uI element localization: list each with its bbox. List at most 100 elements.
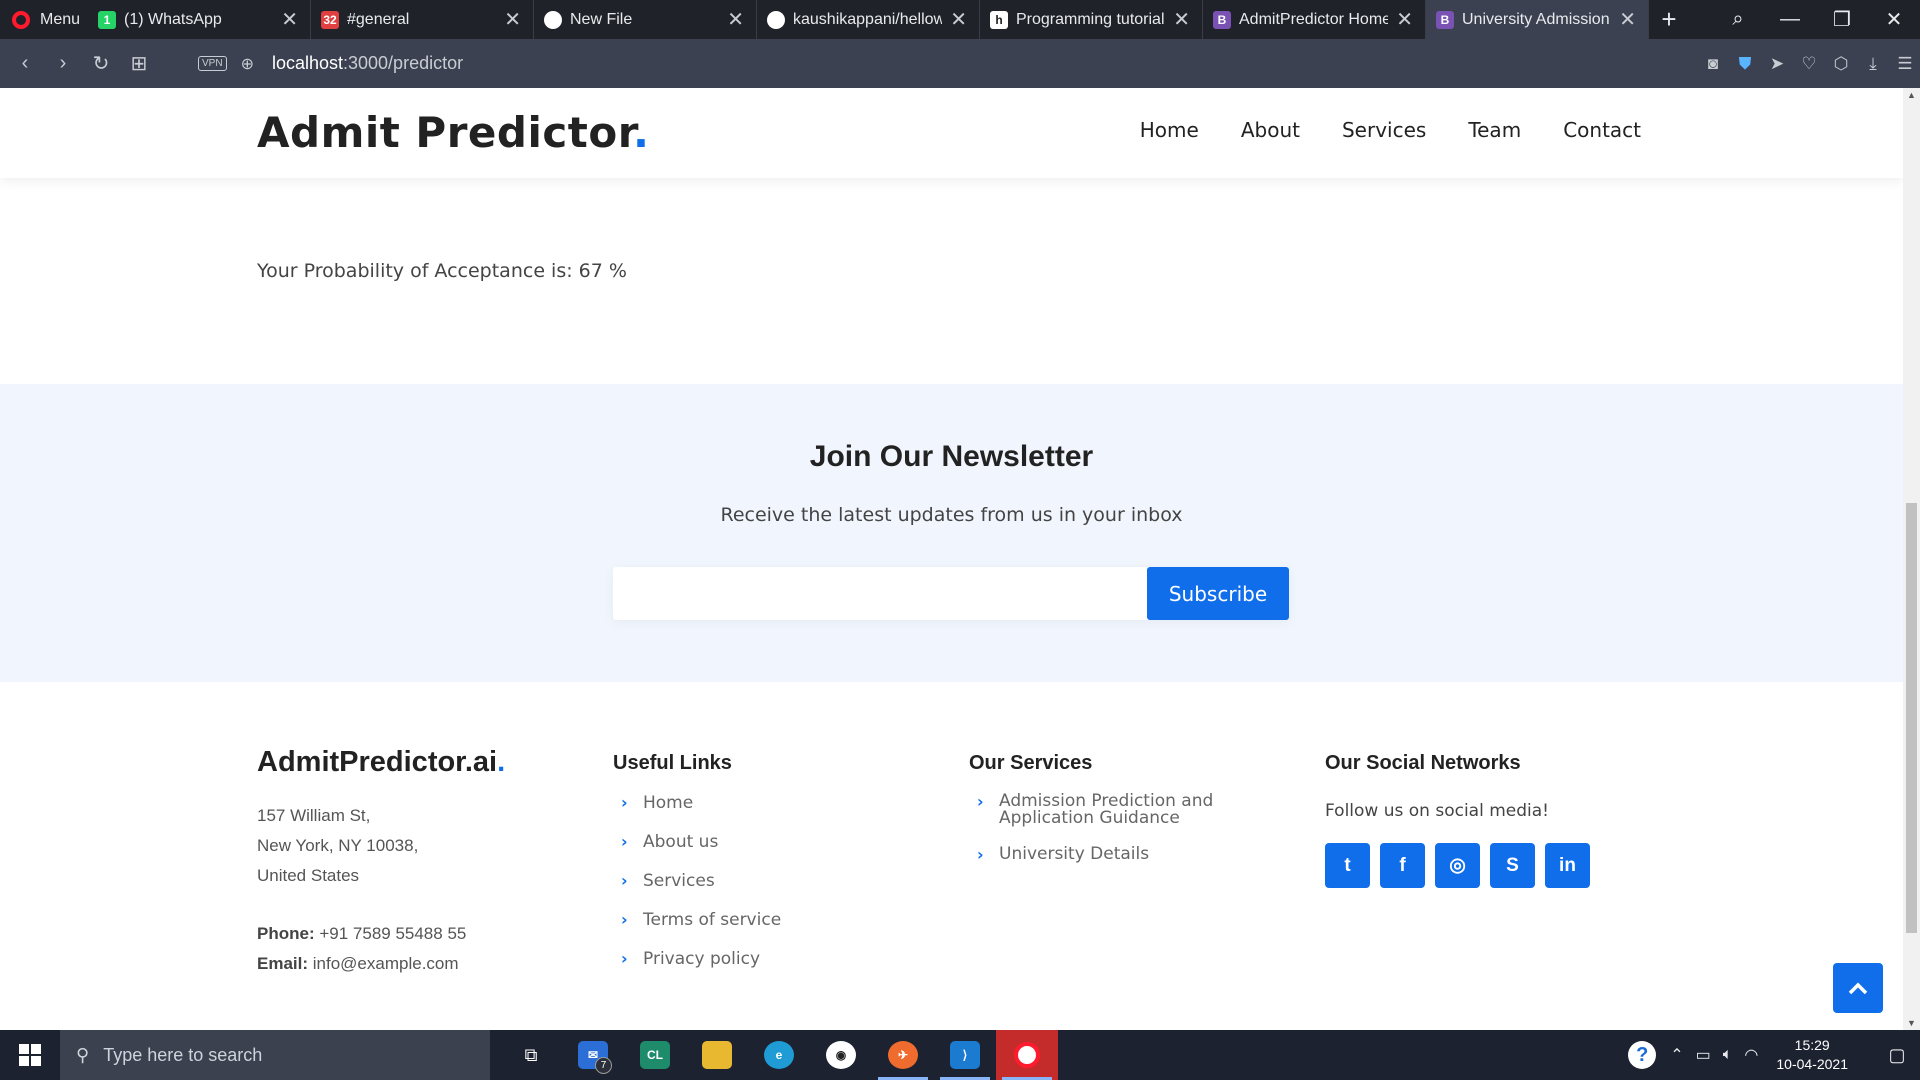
postman-app[interactable]: ✈ bbox=[872, 1030, 934, 1080]
site-info-icon[interactable]: ⊕ bbox=[241, 54, 254, 74]
hashnode-icon: h bbox=[990, 10, 1008, 29]
vpn-badge[interactable]: VPN bbox=[198, 56, 227, 71]
opera-app[interactable] bbox=[996, 1030, 1058, 1080]
footer-service-link[interactable]: › University Details bbox=[969, 844, 1213, 864]
snapshot-icon[interactable]: ◙ bbox=[1704, 54, 1722, 74]
close-tab-icon[interactable]: ✕ bbox=[1396, 7, 1413, 32]
link-label: Services bbox=[643, 871, 715, 891]
close-tab-icon[interactable]: ✕ bbox=[950, 7, 967, 32]
skype-icon[interactable]: S bbox=[1490, 843, 1535, 888]
show-hidden-icons-icon[interactable]: ⌃ bbox=[1670, 1045, 1683, 1065]
downloads-icon[interactable]: ⤓ bbox=[1864, 54, 1882, 74]
chevron-right-icon: › bbox=[977, 792, 984, 811]
start-button[interactable] bbox=[0, 1030, 60, 1080]
help-icon[interactable]: ? bbox=[1628, 1041, 1657, 1069]
chevron-up-icon bbox=[1848, 982, 1868, 995]
scroll-up-arrow-icon[interactable]: ▲ bbox=[1903, 90, 1920, 100]
social-text: Follow us on social media! bbox=[1325, 801, 1549, 821]
page-scrollbar[interactable]: ▲ ▼ bbox=[1903, 88, 1920, 1030]
incognito-app[interactable]: ◉ bbox=[810, 1030, 872, 1080]
taskbar-search[interactable]: ⚲ Type here to search bbox=[60, 1030, 490, 1080]
nav-home[interactable]: Home bbox=[1140, 118, 1199, 142]
search-tabs-icon[interactable]: ⌕ bbox=[1712, 8, 1764, 31]
vscode-app[interactable]: ⟩ bbox=[934, 1030, 996, 1080]
footer-link[interactable]: › Privacy policy bbox=[613, 949, 781, 969]
volume-icon[interactable]: 🔈︎ bbox=[1723, 1046, 1733, 1064]
new-tab-button[interactable]: + bbox=[1649, 4, 1689, 35]
footer-link[interactable]: › Terms of service bbox=[613, 910, 781, 930]
clion-app[interactable]: CL bbox=[624, 1030, 686, 1080]
system-clock[interactable]: 15:29 10-04-2021 bbox=[1776, 1036, 1848, 1074]
footer-service-link[interactable]: › Admission Prediction and Application Gu… bbox=[969, 793, 1213, 827]
scrollbar-thumb[interactable] bbox=[1906, 503, 1917, 933]
tabs-grid-icon[interactable]: ⊞ bbox=[120, 51, 158, 76]
incognito-icon: ◉ bbox=[826, 1041, 856, 1069]
social-links: t f ◎ Sin bbox=[1325, 843, 1590, 888]
edge-app[interactable]: e bbox=[748, 1030, 810, 1080]
browser-tab[interactable]: h Programming tutorials, ✕ bbox=[980, 0, 1203, 39]
link-label: Home bbox=[643, 793, 694, 813]
notification-center-icon[interactable]: ▢ bbox=[1874, 1045, 1920, 1066]
bookmark-heart-icon[interactable]: ♡ bbox=[1800, 54, 1818, 74]
battery-icon[interactable]: ▭ bbox=[1696, 1045, 1711, 1065]
reload-button[interactable]: ↻ bbox=[82, 51, 120, 76]
search-placeholder: Type here to search bbox=[103, 1044, 263, 1065]
footer-link[interactable]: › Services bbox=[613, 871, 781, 891]
mail-app[interactable]: ✉ 7 bbox=[562, 1030, 624, 1080]
nav-contact[interactable]: Contact bbox=[1563, 118, 1641, 142]
site-footer: AdmitPredictor.ai. 157 William St, New Y… bbox=[0, 682, 1903, 1030]
task-view-icon[interactable]: ⧉ bbox=[500, 1030, 562, 1080]
close-tab-icon[interactable]: ✕ bbox=[281, 7, 298, 32]
nav-team[interactable]: Team bbox=[1468, 118, 1521, 142]
nav-services[interactable]: Services bbox=[1342, 118, 1426, 142]
adblock-shield-icon[interactable]: ⛊ bbox=[1736, 54, 1754, 74]
footer-social-column: Our Social Networks Follow us on social … bbox=[1325, 746, 1590, 888]
close-tab-icon[interactable]: ✕ bbox=[1173, 7, 1190, 32]
close-tab-icon[interactable]: ✕ bbox=[504, 7, 521, 32]
browser-tab[interactable]: B AdmitPredictor Home ✕ bbox=[1203, 0, 1426, 39]
close-tab-icon[interactable]: ✕ bbox=[727, 7, 744, 32]
instagram-icon[interactable]: ◎ bbox=[1435, 843, 1480, 888]
edge-icon: e bbox=[764, 1041, 794, 1069]
tab-title: #general bbox=[347, 10, 410, 28]
close-window-button[interactable]: ✕ bbox=[1868, 7, 1920, 32]
browser-tab[interactable]: New File ✕ bbox=[534, 0, 757, 39]
browser-tab[interactable]: kaushikappani/hellowo ✕ bbox=[757, 0, 980, 39]
newsletter-email-input[interactable] bbox=[613, 567, 1146, 620]
close-tab-icon[interactable]: ✕ bbox=[1619, 7, 1636, 32]
bootstrap-icon: B bbox=[1213, 10, 1231, 29]
back-button[interactable]: ‹ bbox=[6, 52, 44, 75]
menu-label: Menu bbox=[40, 10, 81, 28]
easy-setup-icon[interactable]: ☰ bbox=[1896, 54, 1914, 74]
restore-button[interactable]: ❐ bbox=[1816, 7, 1868, 32]
taskbar-apps: ⧉ ✉ 7 CL e ◉ ✈ ⟩ bbox=[500, 1030, 1058, 1080]
site-logo[interactable]: Admit Predictor. bbox=[257, 108, 649, 157]
windows-taskbar: ⚲ Type here to search ⧉ ✉ 7 CL e ◉ ✈ ⟩ ?… bbox=[0, 1030, 1920, 1080]
wifi-icon[interactable]: ◠ bbox=[1744, 1045, 1758, 1065]
url-field[interactable]: localhost:3000/predictor bbox=[272, 53, 463, 74]
minimize-button[interactable]: — bbox=[1764, 8, 1816, 31]
subscribe-button[interactable]: Subscribe bbox=[1147, 567, 1289, 620]
browser-tab[interactable]: 1 (1) WhatsApp ✕ bbox=[88, 0, 311, 39]
footer-link[interactable]: › About us bbox=[613, 832, 781, 852]
back-to-top-button[interactable] bbox=[1833, 963, 1883, 1013]
file-explorer-app[interactable] bbox=[686, 1030, 748, 1080]
github-icon bbox=[767, 10, 785, 29]
footer-address: 157 William St, New York, NY 10038, Unit… bbox=[257, 801, 505, 891]
facebook-icon[interactable]: f bbox=[1380, 843, 1425, 888]
send-icon[interactable]: ➤ bbox=[1768, 54, 1786, 74]
opera-menu-button[interactable]: Menu bbox=[0, 0, 88, 39]
linkedin-icon[interactable]: in bbox=[1545, 843, 1590, 888]
bootstrap-icon: B bbox=[1436, 10, 1454, 29]
extensions-cube-icon[interactable]: ⬡ bbox=[1832, 54, 1850, 74]
prediction-result: Your Probability of Acceptance is: 67 % bbox=[257, 260, 627, 282]
browser-tab[interactable]: B University Admission P ✕ bbox=[1426, 0, 1649, 39]
link-label: University Details bbox=[999, 844, 1150, 864]
nav-about[interactable]: About bbox=[1241, 118, 1300, 142]
scroll-down-arrow-icon[interactable]: ▼ bbox=[1903, 1018, 1920, 1028]
twitter-icon[interactable]: t bbox=[1325, 843, 1370, 888]
browser-tab[interactable]: 32 #general ✕ bbox=[311, 0, 534, 39]
forward-button[interactable]: › bbox=[44, 52, 82, 75]
address-line: 157 William St, bbox=[257, 806, 371, 825]
footer-link[interactable]: › Home bbox=[613, 793, 781, 813]
